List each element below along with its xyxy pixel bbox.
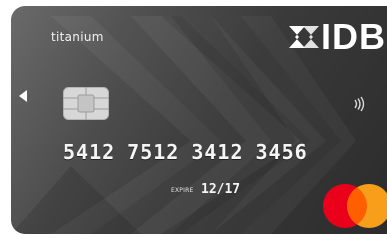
card-number: 5412 7512 3412 3456 <box>63 140 387 164</box>
contactless-icon <box>354 96 365 112</box>
previous-card-arrow-icon[interactable] <box>19 90 27 102</box>
card-number-group-3: 3412 <box>191 140 244 164</box>
card-tier-label: titanium <box>51 30 104 44</box>
credit-card: titanium IDB 5412 7512 3412 3456 EXPIRE … <box>11 6 387 234</box>
emv-chip-icon <box>63 87 109 120</box>
card-number-group-1: 5412 <box>63 140 116 164</box>
mastercard-logo-icon <box>323 184 387 228</box>
expire-label: EXPIRE <box>171 187 194 194</box>
expiry-date: 12/17 <box>201 182 241 197</box>
bank-logo-mark-icon <box>289 26 319 48</box>
bank-logo-text: IDB <box>321 16 386 57</box>
bank-logo: IDB <box>285 18 387 56</box>
card-number-group-4: 3456 <box>255 140 308 164</box>
card-number-group-2: 7512 <box>127 140 180 164</box>
